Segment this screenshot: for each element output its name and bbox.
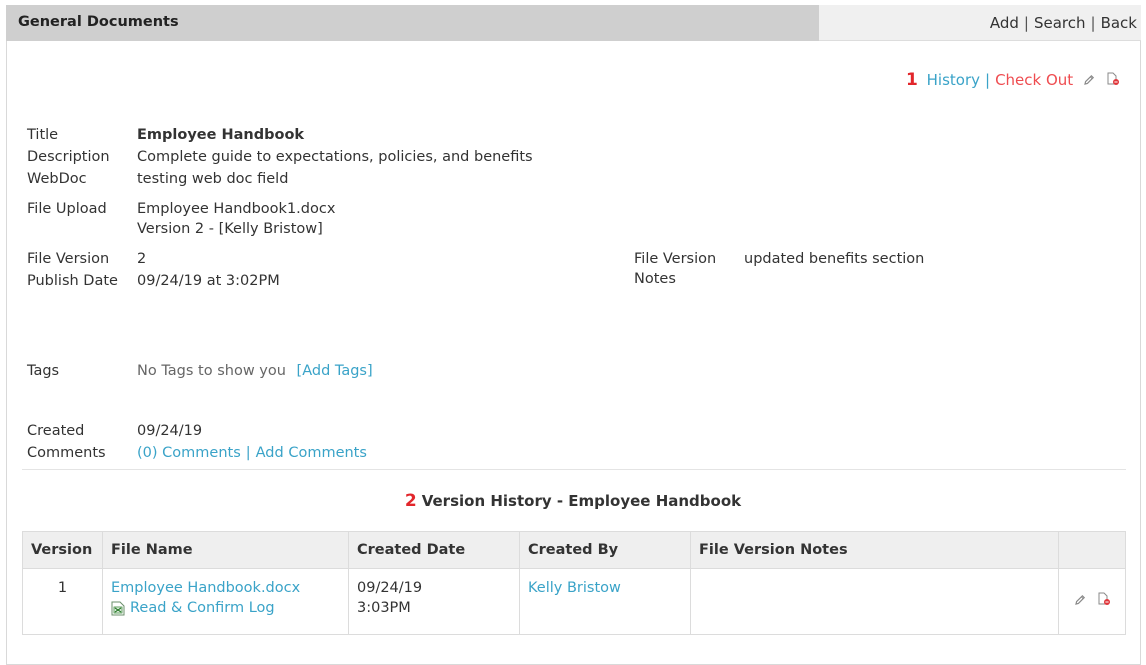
comments-link[interactable]: (0) Comments [137,445,241,461]
search-link[interactable]: Search [1034,14,1086,32]
publish-date-label: Publish Date [27,273,118,289]
header-nav: Add | Search | Back [990,14,1137,32]
created-label: Created [27,423,85,439]
column-header-actions [1058,531,1126,569]
file-version-label: File Version [27,251,110,267]
separator: | [985,71,991,89]
column-header-file-name: File Name [102,531,349,569]
separator: | [1023,14,1029,32]
history-link[interactable]: History [927,71,980,89]
cell-actions [1058,568,1126,635]
pencil-icon[interactable] [1083,72,1095,90]
file-upload-link[interactable]: Employee Handbook1.docx [137,201,335,217]
created-time-line: 3:03PM [357,600,411,616]
file-version-notes-label: File Version [634,251,717,267]
pencil-icon[interactable] [1074,592,1086,612]
comments-value: (0) Comments | Add Comments [137,445,367,461]
created-value: 09/24/19 [137,423,203,439]
read-confirm-log: Read & Confirm Log [111,598,340,618]
document-delete-icon[interactable] [1106,72,1120,90]
cell-created-by: Kelly Bristow [519,568,691,635]
publish-date-value: 09/24/19 at 3:02PM [137,273,280,289]
column-header-notes: File Version Notes [690,531,1059,569]
version-history-title: 2 Version History - Employee Handbook [0,491,1146,511]
spreadsheet-icon [111,601,125,616]
cell-created-date: 09/24/19 3:03PM [348,568,520,635]
separator: | [245,445,251,461]
section-divider [22,469,1126,470]
callout-number: 2 [404,491,417,511]
title-label: Title [27,127,59,143]
document-actions: 1 History | Check Out [906,70,1120,90]
page-header: General Documents Add | Search | Back [6,5,1141,41]
webdoc-label: WebDoc [27,171,87,187]
add-link[interactable]: Add [990,14,1019,32]
version-history-heading: Version History - Employee Handbook [421,492,742,510]
version-history-table: Version File Name Created Date Created B… [22,531,1126,635]
table-header-row: Version File Name Created Date Created B… [22,531,1126,569]
cell-version: 1 [22,568,103,635]
tags-empty-text: No Tags to show you [137,363,286,379]
page-title: General Documents [18,14,179,30]
file-version-notes-label-2: Notes [634,271,676,287]
column-header-created-date: Created Date [348,531,520,569]
created-by-link[interactable]: Kelly Bristow [528,580,621,596]
add-comments-link[interactable]: Add Comments [256,445,367,461]
add-tags-link[interactable]: [Add Tags] [297,363,373,379]
document-description: Complete guide to expectations, policies… [137,149,533,165]
file-version-notes-value: updated benefits section [744,251,925,267]
tags-label: Tags [27,363,60,379]
table-row: 1 Employee Handbook.docx Read & Confirm … [22,568,1126,635]
version-file-link[interactable]: Employee Handbook.docx [111,578,340,598]
column-header-version: Version [22,531,103,569]
file-upload-label: File Upload [27,201,107,217]
document-delete-icon[interactable] [1097,592,1111,612]
cell-notes [690,568,1059,635]
column-header-created-by: Created By [519,531,691,569]
check-out-link[interactable]: Check Out [995,71,1073,89]
cell-file-name: Employee Handbook.docx Read & Confirm Lo… [102,568,349,635]
back-link[interactable]: Back [1101,14,1137,32]
description-label: Description [27,149,110,165]
read-confirm-log-link[interactable]: Read & Confirm Log [130,600,275,616]
created-date-line: 09/24/19 [357,580,423,596]
separator: | [1090,14,1096,32]
tags-value: No Tags to show you [Add Tags] [137,363,373,379]
file-upload-version: Version 2 - [Kelly Bristow] [137,221,323,237]
comments-label: Comments [27,445,106,461]
callout-number: 1 [906,70,918,90]
file-version-value: 2 [137,251,147,267]
document-title: Employee Handbook [137,127,305,143]
webdoc-value: testing web doc field [137,171,289,187]
